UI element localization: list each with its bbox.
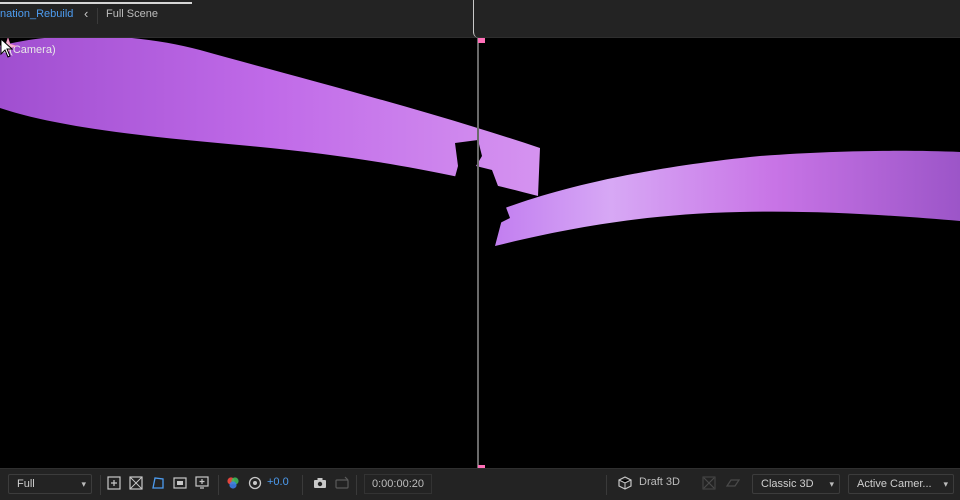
resolution-value: Full [17, 478, 35, 490]
playhead-marker-top [478, 38, 485, 43]
3d-view-dropdown[interactable]: Active Camer... ▾ [848, 474, 954, 494]
chevron-down-icon: ▾ [829, 479, 834, 489]
color-channels-icon[interactable] [226, 476, 240, 490]
show-snapshot-icon[interactable] [335, 476, 349, 490]
current-time-display[interactable]: 0:00:00:20 [364, 474, 432, 494]
extended-viewer-icon[interactable] [702, 476, 716, 490]
breadcrumb-arrow-icon[interactable]: ‹ [84, 6, 88, 21]
chevron-down-icon: ▾ [81, 479, 86, 489]
tab-full-scene[interactable]: Full Scene [106, 8, 158, 20]
viewer-toolbar: Full ▾ +0.0 0:00:00:20 Draft 3D Classic … [0, 468, 960, 500]
playhead-handle[interactable] [473, 0, 479, 38]
chevron-down-icon: ▾ [943, 479, 948, 489]
renderer-dropdown[interactable]: Classic 3D ▾ [752, 474, 840, 494]
ribbon-right [495, 150, 960, 246]
viewer-options-icon[interactable] [195, 476, 209, 490]
transparency-grid-icon[interactable] [129, 476, 143, 490]
resolution-dropdown[interactable]: Full ▾ [8, 474, 92, 494]
grid-guides-icon[interactable] [173, 476, 187, 490]
mouse-pointer-icon [0, 38, 14, 58]
reset-exposure-icon[interactable] [248, 476, 262, 490]
exposure-value[interactable]: +0.0 [267, 476, 289, 488]
camera-snapshot-icon[interactable] [313, 476, 327, 490]
playhead-line [477, 38, 479, 468]
tab-composition-active[interactable]: nation_Rebuild [0, 8, 73, 20]
draft-3d-icon[interactable] [618, 476, 632, 490]
tab-divider [97, 8, 98, 24]
composition-tab-bar: nation_Rebuild ‹ Full Scene [0, 0, 960, 38]
toolbar-divider [302, 475, 303, 495]
toolbar-divider [606, 475, 607, 495]
composition-viewer[interactable]: a (Camera) [0, 38, 960, 468]
3d-view-value: Active Camer... [857, 478, 932, 490]
toolbar-divider [218, 475, 219, 495]
region-of-interest-icon[interactable] [107, 476, 121, 490]
renderer-value: Classic 3D [761, 478, 814, 490]
ribbon-render [0, 38, 960, 246]
toolbar-divider [356, 475, 357, 495]
draft-3d-label[interactable]: Draft 3D [639, 476, 680, 488]
tab-active-indicator [0, 2, 192, 4]
mask-path-icon[interactable] [151, 476, 165, 490]
toolbar-divider [100, 475, 101, 495]
3d-ground-plane-icon[interactable] [726, 476, 740, 490]
